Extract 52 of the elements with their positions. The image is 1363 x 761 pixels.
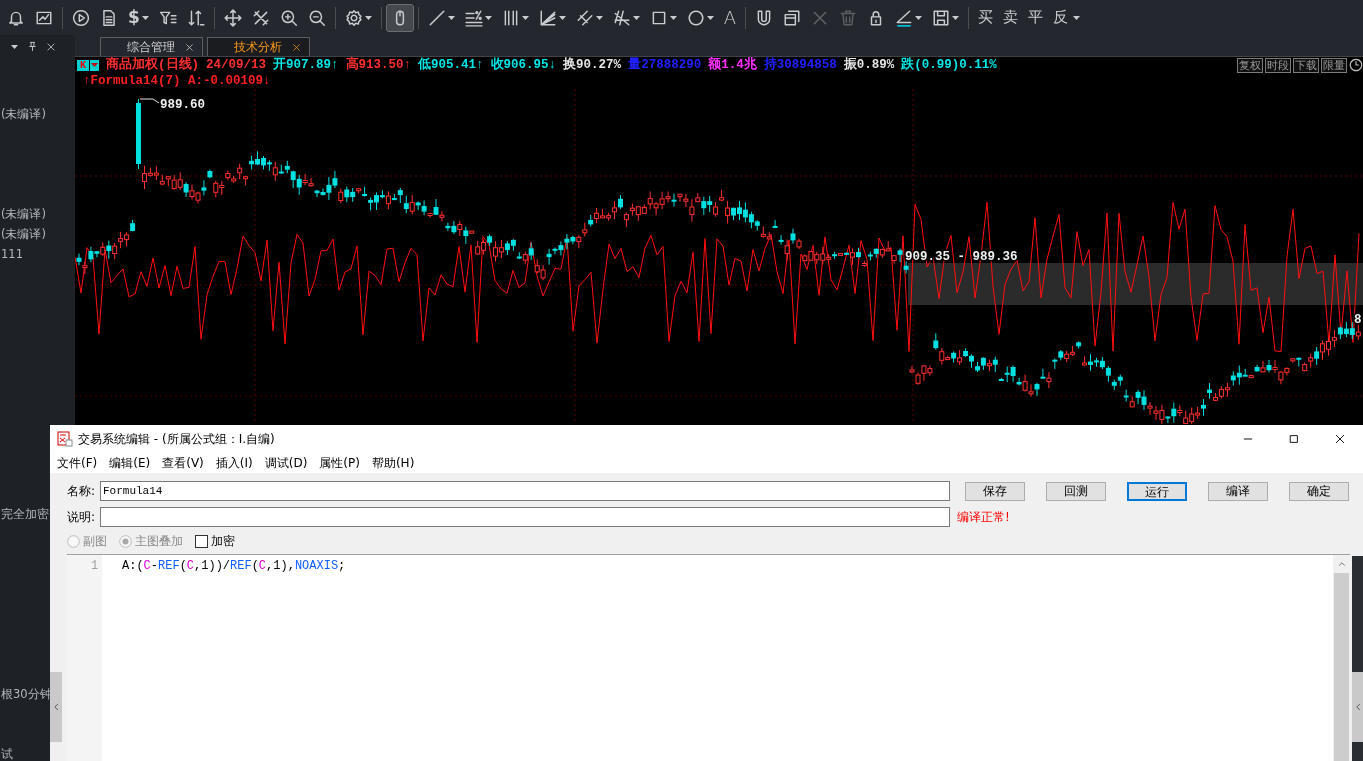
trade-button[interactable]: 反 xyxy=(1048,6,1074,29)
dialog-button[interactable]: 运行 xyxy=(1127,481,1187,501)
chart-option-button[interactable]: 时段 xyxy=(1265,57,1291,73)
tab[interactable]: 技术分析 xyxy=(207,37,310,56)
panel-item[interactable]: (未编译) xyxy=(0,207,46,221)
menu-item[interactable]: 调试(D) xyxy=(258,453,314,472)
quote-value: 持30894858 xyxy=(763,56,837,74)
quote-value: 额1.4兆 xyxy=(708,56,757,74)
quote-value: 商品加权(日线) xyxy=(106,56,200,74)
name-field[interactable]: Formula14 xyxy=(100,481,950,501)
indicator-value: ↑Formula14(7) A:-0.00109↓ xyxy=(82,72,271,90)
window-title: 交易系统编辑 - (所属公式组：I.自编) xyxy=(78,430,275,448)
menu-item[interactable]: 编辑(E) xyxy=(103,453,157,472)
menu-item[interactable]: 查看(V) xyxy=(156,453,210,472)
quote-value: 高913.50↑ xyxy=(345,55,412,74)
field-label: 说明: xyxy=(67,509,97,526)
quote-value: 跌(0.99)0.11% xyxy=(901,56,997,74)
letter-tool[interactable]: A xyxy=(718,3,742,32)
field-label: 名称: xyxy=(67,483,97,500)
price-label: 989.60 xyxy=(160,98,205,112)
menu-item[interactable]: 帮助(H) xyxy=(365,453,421,472)
line-number: 1 xyxy=(91,559,99,573)
code-line[interactable]: A:(C-REF(C,1))/REF(C,1),NOAXIS; xyxy=(122,559,346,573)
panel-item[interactable]: 试 xyxy=(0,747,13,761)
trade-button[interactable]: 买 xyxy=(973,6,999,29)
menu-item[interactable]: 插入(I) xyxy=(209,453,259,472)
trade-button[interactable]: 平 xyxy=(1023,6,1049,29)
quote-value: 低905.41↑ xyxy=(418,56,484,74)
quote-value: 振0.89% xyxy=(843,56,895,74)
quote-value: 收906.95↓ xyxy=(490,56,557,74)
trade-button[interactable]: 卖 xyxy=(998,6,1024,29)
dialog-button[interactable]: 确定 xyxy=(1289,481,1349,501)
menu-item[interactable]: 文件(F) xyxy=(51,453,104,472)
panel-item[interactable]: (未编译) xyxy=(0,107,46,121)
quote-value: 量27888290 xyxy=(628,56,702,74)
panel-item[interactable]: (未编译) xyxy=(0,227,46,241)
dialog-button[interactable]: 保存 xyxy=(965,481,1025,501)
quote-value: 换90.27% xyxy=(563,56,622,74)
dollar-tool[interactable]: $ xyxy=(123,3,154,32)
tab[interactable]: 综合管理 xyxy=(100,37,203,56)
chart-option-button[interactable]: 限量 xyxy=(1321,57,1347,73)
quote-value: 开907.89↑ xyxy=(273,56,339,74)
chart-option-button[interactable]: 复权 xyxy=(1237,57,1263,73)
dialog-button[interactable]: 回测 xyxy=(1046,481,1106,501)
option-label[interactable]: 加密 xyxy=(211,532,235,550)
dialog-button[interactable]: 编译 xyxy=(1208,481,1268,501)
panel-item[interactable]: 完全加密 xyxy=(0,507,49,521)
status-message: 编译正常! xyxy=(957,509,1010,526)
menu-item[interactable]: 属性(P) xyxy=(313,453,366,472)
panel-item[interactable]: 111 xyxy=(0,247,23,261)
chart-option-button[interactable]: 下载 xyxy=(1293,57,1319,73)
quote-value: 24/09/13 xyxy=(206,56,267,74)
